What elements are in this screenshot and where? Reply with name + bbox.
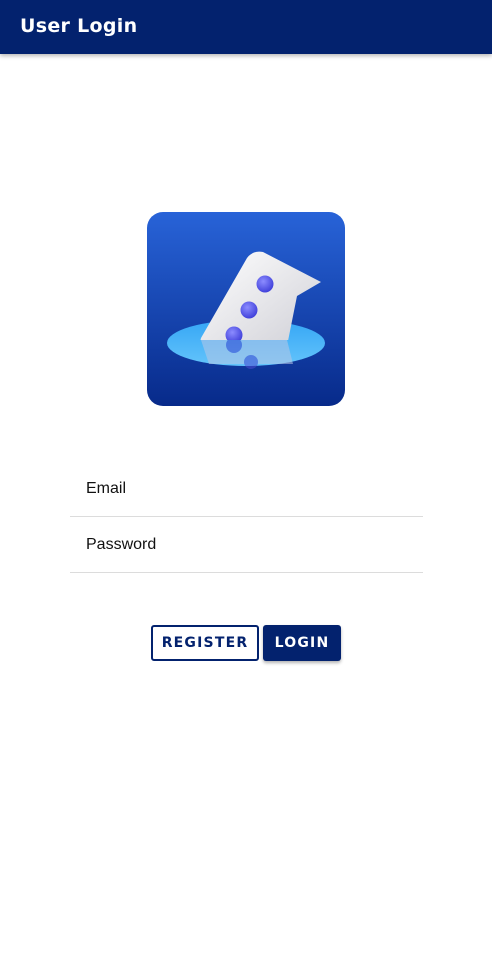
register-button[interactable]: REGISTER xyxy=(151,625,259,661)
password-input[interactable] xyxy=(70,517,423,572)
email-input[interactable] xyxy=(70,461,423,516)
login-screen: User Login Email REGISTER LOGIN xyxy=(0,0,492,961)
app-bar: User Login xyxy=(0,0,492,54)
password-field[interactable] xyxy=(70,517,423,573)
page-title: User Login xyxy=(20,15,138,37)
email-field[interactable] xyxy=(70,461,423,517)
login-button[interactable]: LOGIN xyxy=(263,625,341,661)
app-logo-icon xyxy=(147,212,345,406)
